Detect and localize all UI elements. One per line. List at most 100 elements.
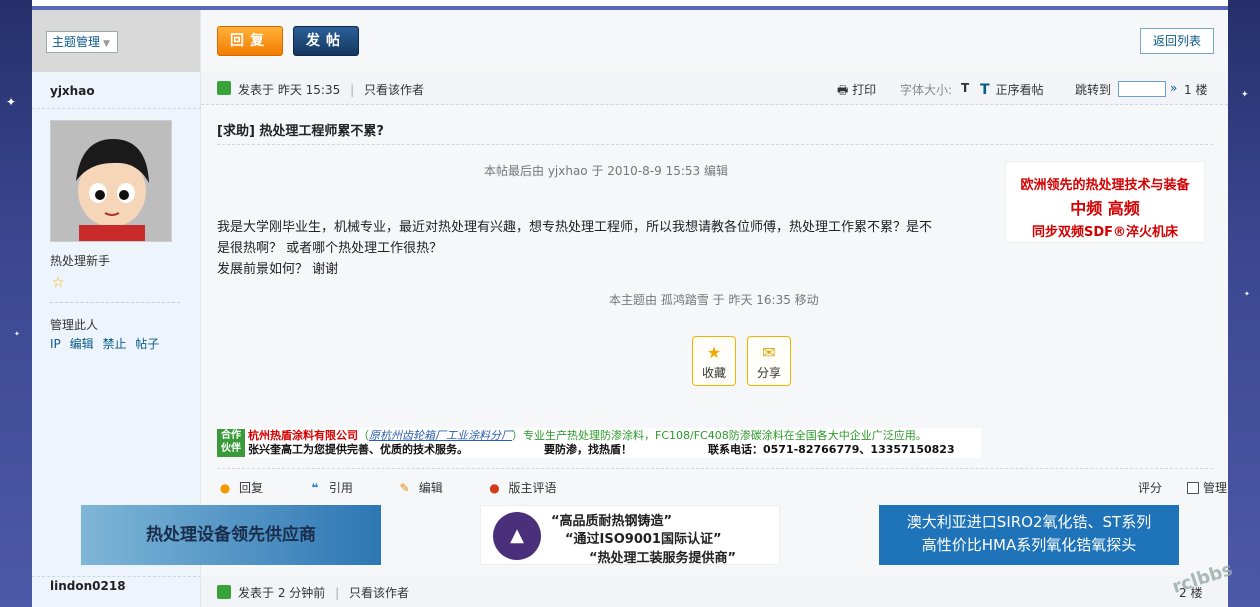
ad-banner-casting[interactable]: ▲ “高品质耐热钢铸造” “通过ISO9001国际认证” “热处理工装服务提供商… <box>480 505 780 566</box>
edit-action[interactable]: ✎ 编辑 <box>397 481 463 495</box>
post-content: 我是大学刚毕业生，机械专业，最近对热处理有兴趣，想专热处理工程师，所以我想请教各… <box>217 217 997 280</box>
post-title: [求助] 热处理工程师累不累? <box>217 124 384 139</box>
post-meta-2: 发表于 2 分钟前 | 只看该作者 <box>238 584 409 601</box>
partner-phone: 联系电话：0571-82766779、13357150823 <box>708 443 955 456</box>
partner-tag: 合作伙伴 <box>217 429 245 457</box>
manage-user-links: IP 编辑 禁止 帖子 <box>50 335 164 352</box>
star-icon: ★ <box>706 343 722 362</box>
edited-note: 本帖最后由 yjxhao 于 2010-8-9 15:53 编辑 <box>484 164 728 178</box>
author-name-2[interactable]: lindon0218 <box>50 579 126 593</box>
favorite-label: 收藏 <box>701 366 726 380</box>
divider <box>32 576 201 577</box>
ad-banner-row: 热处理设备领先供应商 ▲ “高品质耐热钢铸造” “通过ISO9001国际认证” … <box>81 505 1179 566</box>
post-meta: 发表于 昨天 15:35 | 只看该作者 <box>238 81 424 98</box>
quote-icon: ❝ <box>311 481 319 495</box>
online-status-icon <box>217 585 231 599</box>
posted-label: 发表于 <box>238 586 275 600</box>
avatar[interactable] <box>50 120 172 242</box>
ad-line-3: 同步双频SDF®淬火机床 <box>1031 225 1179 240</box>
jump-floor-input[interactable] <box>1118 81 1166 97</box>
banner-line-2: “通过ISO9001国际认证” <box>565 532 722 547</box>
topic-manage-dropdown[interactable]: 主题管理 ▼ <box>46 31 118 53</box>
reply-bubble-icon: ● <box>219 481 231 495</box>
author-name[interactable]: yjxhao <box>50 84 95 98</box>
rate-link[interactable]: 评分 <box>1138 479 1162 496</box>
moderator-comment-label: 版主评语 <box>508 481 557 495</box>
divider <box>32 108 201 109</box>
star-decoration-icon: ✦ <box>14 330 20 338</box>
post-actions: ● 回复 ❝ 引用 ✎ 编辑 ● 版主评语 <box>217 479 597 496</box>
partner-former: 原杭州齿轮箱厂工业涂料分厂 <box>369 429 512 442</box>
ad-banner-equipment[interactable]: 热处理设备领先供应商 <box>81 505 381 565</box>
banner-line-1: 澳大利亚进口SIRO2氧化锆、ST系列 <box>906 513 1152 531</box>
star-decoration-icon: ✦ <box>6 95 17 109</box>
posted-time: 2 分钟前 <box>277 586 326 600</box>
star-decoration-icon: ✦ <box>1244 290 1250 298</box>
partner-ad[interactable]: 合作伙伴 杭州热盾涂料有限公司（原杭州齿轮箱厂工业涂料分厂）专业生产热处理防渗涂… <box>217 428 981 458</box>
divider <box>217 468 1213 469</box>
sidebar-header: 主题管理 ▼ <box>32 10 200 72</box>
moved-note: 本主题由 孤鸿踏雪 于 昨天 16:35 移动 <box>609 293 819 307</box>
separator: | <box>350 83 355 97</box>
jump-arrow-icon[interactable]: » <box>1170 81 1177 95</box>
favorite-button[interactable]: ★ 收藏 <box>692 336 736 386</box>
envelope-icon: ✉ <box>762 343 776 362</box>
post-info-bar-2: 发表于 2 分钟前 | 只看该作者 2 楼 <box>201 576 1228 607</box>
topic-manage-label: 主题管理 <box>52 35 101 49</box>
reply-action[interactable]: ● 回复 <box>217 481 283 495</box>
print-label: 打印 <box>852 83 877 97</box>
font-size-label: 字体大小: <box>900 83 953 97</box>
reply-button[interactable]: 回复 <box>217 26 283 56</box>
new-post-button[interactable]: 发帖 <box>293 26 359 56</box>
font-size-toggle[interactable]: T <box>961 81 969 95</box>
order-view-link[interactable]: T 正序看帖 <box>980 81 1044 98</box>
text-order-icon: T <box>980 82 990 98</box>
top-strip <box>32 0 1228 10</box>
post-info-bar: 发表于 昨天 15:35 | 只看该作者 🖶 打印 字体大小: T T 正序看帖 … <box>201 73 1228 105</box>
content-line: 是很热啊？ 或者哪个热处理工作很热？ <box>217 241 443 256</box>
user-posts-link[interactable]: 帖子 <box>135 337 159 351</box>
ad-banner-right[interactable]: 欧洲领先的热处理技术与装备 中频 高频 同步双频SDF®淬火机床 <box>1005 161 1205 243</box>
partner-service: 张兴奎高工为您提供完善、优质的技术服务。 <box>248 443 468 456</box>
ban-user-link[interactable]: 禁止 <box>102 337 126 351</box>
posted-label: 发表于 <box>238 83 275 97</box>
content-line: 发展前景如何？ 谢谢 <box>217 262 339 277</box>
partner-row-2: 张兴奎高工为您提供完善、优质的技术服务。 要防渗，找热盾！ 联系电话：0571-82… <box>248 443 955 457</box>
divider <box>217 144 1213 145</box>
banner-line-3: “热处理工装服务提供商” <box>589 551 737 566</box>
partner-desc: 专业生产热处理防渗涂料，FC108/FC408防渗碳涂料在全国各大中企业广泛应用… <box>523 429 927 442</box>
manage-user-label: 管理此人 <box>50 318 99 332</box>
ad-line-1: 欧洲领先的热处理技术与装备 <box>1020 178 1190 193</box>
only-author-link[interactable]: 只看该作者 <box>349 586 409 600</box>
edit-action-label: 编辑 <box>418 481 443 495</box>
page-background-left <box>0 0 32 607</box>
user-rank: 热处理新手 <box>50 254 111 268</box>
edit-user-link[interactable]: 编辑 <box>70 337 94 351</box>
moderator-comment-action[interactable]: ● 版主评语 <box>487 481 577 495</box>
chevron-down-icon: ▼ <box>103 39 110 49</box>
star-icon: ☆ <box>52 275 65 291</box>
ip-link[interactable]: IP <box>50 337 61 351</box>
manage-label: 管理 <box>1203 481 1228 495</box>
partner-row-1: 杭州热盾涂料有限公司（原杭州齿轮箱厂工业涂料分厂）专业生产热处理防渗涂料，FC1… <box>248 429 927 442</box>
avatar-cartoon-icon <box>51 121 171 241</box>
comment-bubble-icon: ● <box>489 481 500 495</box>
floor-number: 1 楼 <box>1184 83 1208 97</box>
reply-action-label: 回复 <box>239 481 264 495</box>
content-line: 我是大学刚毕业生，机械专业，最近对热处理有兴趣，想专热处理工程师，所以我想请教各… <box>217 220 933 235</box>
share-button[interactable]: ✉ 分享 <box>747 336 791 386</box>
posted-time: 昨天 15:35 <box>277 83 341 97</box>
banner-line-1: “高品质耐热钢铸造” <box>551 514 673 529</box>
partner-slogan: 要防渗，找热盾！ <box>544 443 632 456</box>
checkbox-icon <box>1187 482 1199 494</box>
print-link[interactable]: 🖶 打印 <box>837 81 876 102</box>
manage-checkbox[interactable]: 管理 <box>1187 479 1227 496</box>
quote-action-label: 引用 <box>328 481 353 495</box>
ad-banner-zirconia[interactable]: 澳大利亚进口SIRO2氧化锆、ST系列 高性价比HMA系列氧化锆氧探头 <box>879 505 1179 565</box>
only-author-link[interactable]: 只看该作者 <box>364 83 424 97</box>
share-label: 分享 <box>756 366 781 380</box>
back-to-list-button[interactable]: 返回列表 <box>1140 28 1214 54</box>
company-logo-icon: ▲ <box>493 512 541 560</box>
quote-action[interactable]: ❝ 引用 <box>307 481 373 495</box>
order-view-label: 正序看帖 <box>995 83 1044 97</box>
